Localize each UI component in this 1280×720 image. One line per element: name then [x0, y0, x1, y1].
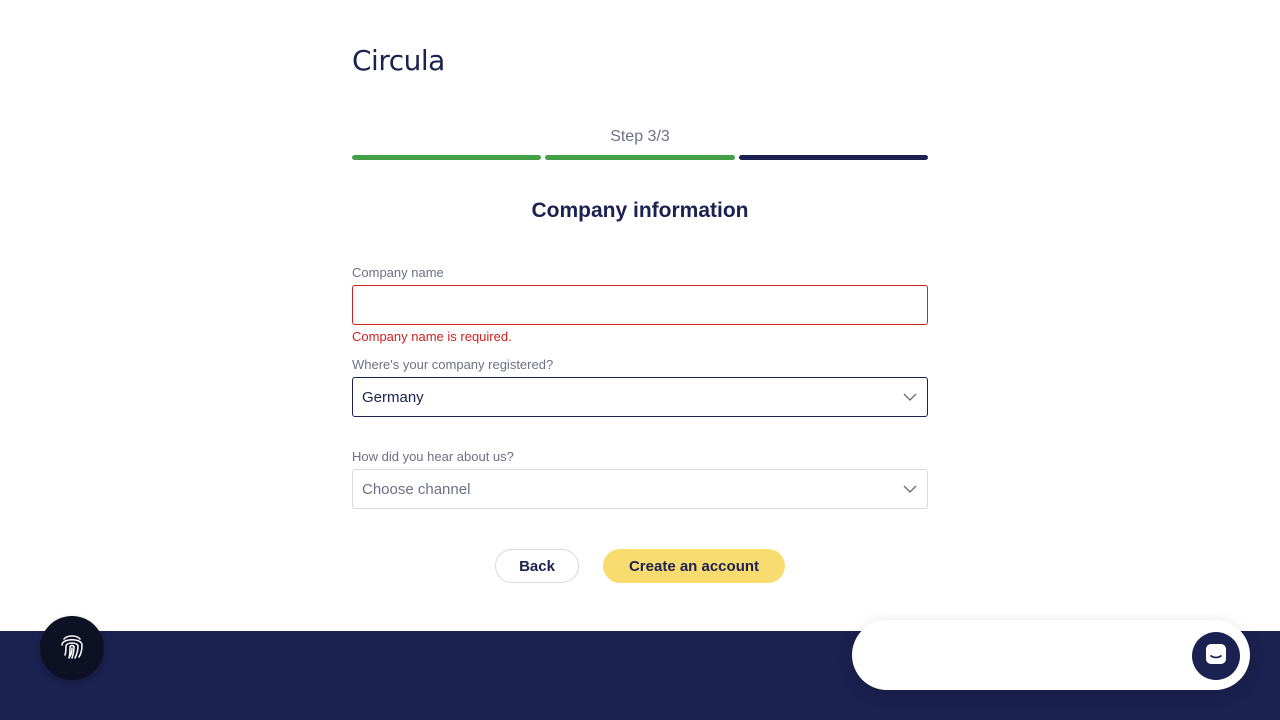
chevron-down-icon — [902, 389, 918, 405]
step-indicator: Step 3/3 — [610, 128, 670, 145]
fingerprint-button[interactable] — [40, 616, 104, 680]
channel-label: How did you hear about us? — [352, 449, 514, 464]
chevron-down-icon — [902, 481, 918, 497]
back-button[interactable]: Back — [495, 549, 579, 583]
company-name-error: Company name is required. — [352, 329, 512, 344]
create-account-button[interactable]: Create an account — [603, 549, 785, 583]
circula-logo: Circula — [352, 44, 445, 77]
form-title: Company information — [531, 199, 749, 222]
chat-panel — [852, 620, 1250, 690]
channel-select[interactable]: Choose channel — [352, 469, 928, 509]
country-value: Germany — [362, 388, 424, 406]
progress-bar — [352, 155, 928, 161]
channel-placeholder: Choose channel — [362, 480, 471, 498]
country-select[interactable]: Germany — [352, 377, 928, 417]
fingerprint-icon — [56, 630, 88, 667]
chat-icon — [1204, 642, 1228, 671]
progress-segment-1 — [352, 155, 542, 160]
chat-launcher-button[interactable] — [1192, 632, 1240, 680]
country-label: Where's your company registered? — [352, 357, 554, 372]
progress-segment-3 — [738, 155, 928, 160]
progress-segment-2 — [545, 155, 735, 160]
company-name-input[interactable] — [352, 285, 928, 325]
company-name-label: Company name — [352, 265, 444, 280]
